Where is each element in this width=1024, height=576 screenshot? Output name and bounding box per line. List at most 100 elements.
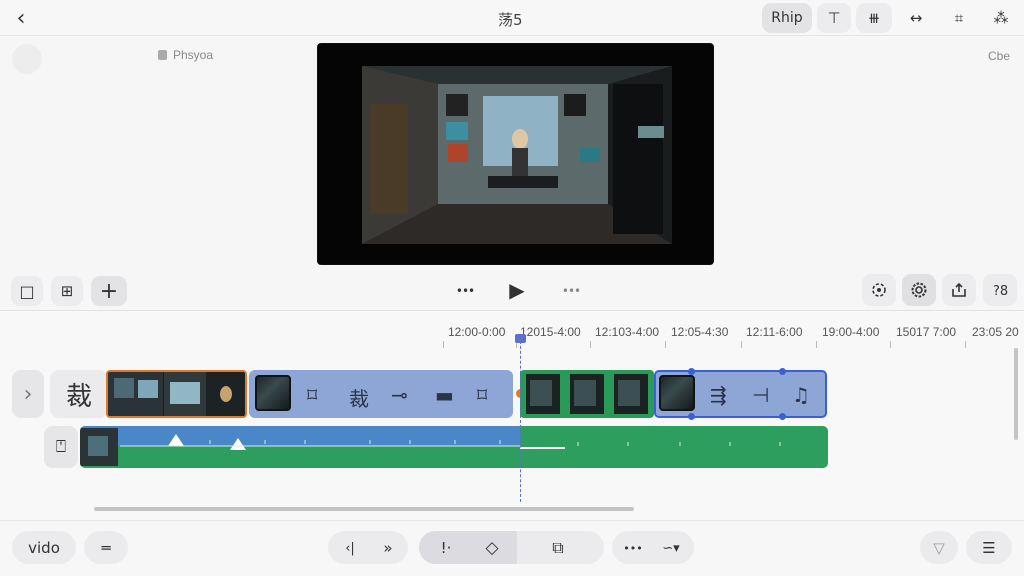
- trim-icon: ⊣: [752, 383, 770, 407]
- replace-icon: ⧉: [552, 538, 564, 557]
- lock-icon: [158, 50, 167, 60]
- expand-track-button[interactable]: ›: [12, 370, 44, 418]
- audio-track-icon: ⍞: [55, 437, 67, 457]
- skip-forward-button[interactable]: »: [372, 534, 404, 562]
- more-button[interactable]: •••: [616, 534, 650, 562]
- stabilize-button[interactable]: [862, 274, 896, 306]
- video-clip[interactable]: [520, 370, 654, 418]
- mark-icon: !·: [440, 539, 452, 557]
- split-icon: ⊞: [60, 282, 74, 300]
- keyframe-diamond-icon: ◇: [485, 538, 499, 558]
- export-button[interactable]: [942, 274, 976, 306]
- block-icon: ▬: [435, 383, 454, 407]
- time-tick: 12:05-4:30: [671, 325, 729, 339]
- menu-icon: ☰: [982, 538, 996, 557]
- selection-handle[interactable]: [779, 368, 786, 375]
- clip-thumbnails: [526, 374, 648, 414]
- crop-glyph-icon: 裁: [65, 381, 92, 412]
- tick-mark: [590, 341, 591, 348]
- effects-clip[interactable]: ⌑ 裁 ⊸ ▬ ⌑: [249, 370, 513, 418]
- more-dots-icon: •••: [623, 541, 643, 555]
- top-bar: ‹ 荡5 Rhip ⊤ ⧻ ↔ ⌗ ⁂: [0, 0, 1024, 36]
- play-button[interactable]: ▶: [502, 275, 532, 305]
- selection-handle[interactable]: [779, 413, 786, 420]
- tick-mark: [816, 341, 817, 348]
- audio-icon: ♫: [792, 383, 810, 407]
- gear-icon: [911, 282, 927, 298]
- crop-glyph-icon: 裁: [349, 387, 369, 411]
- timeline-scrollbar[interactable]: [94, 507, 634, 511]
- transitions-icon: ↔: [909, 9, 923, 27]
- calendar-button[interactable]: ⌗: [942, 3, 976, 33]
- keyframe-button[interactable]: ◇: [474, 534, 510, 562]
- time-tick: 12:103-4:00: [595, 325, 660, 339]
- mark-button[interactable]: !·: [428, 534, 464, 562]
- add-button[interactable]: +: [91, 276, 127, 306]
- time-tick: 12:11-6:00: [746, 325, 803, 339]
- layers-button[interactable]: ⧻: [856, 3, 892, 33]
- time-tick: 12015-4:00: [520, 325, 581, 339]
- chevron-right-icon: ›: [23, 381, 33, 407]
- crop-frame-icon: ⌑: [477, 383, 488, 407]
- filter-button[interactable]: ▽: [920, 531, 958, 564]
- tick-mark: [965, 341, 966, 348]
- plus-icon: +: [99, 278, 119, 304]
- avatar-placeholder: [12, 44, 42, 74]
- video-preview[interactable]: [317, 43, 714, 265]
- crop-button[interactable]: □: [11, 276, 43, 306]
- effects-button[interactable]: ⁂: [984, 3, 1018, 33]
- filters-button[interactable]: ⊤: [817, 3, 851, 33]
- next-frame-button[interactable]: •••: [554, 278, 588, 304]
- previous-frame-button[interactable]: •••: [448, 278, 482, 304]
- skip-forward-icon: »: [383, 539, 393, 557]
- crop-frame-icon: ⌑: [307, 383, 318, 407]
- preview-left-label: Phsyoa: [158, 48, 213, 62]
- playhead-line: [520, 336, 521, 502]
- time-tick: 23:05 20: [972, 325, 1019, 339]
- split-button[interactable]: ⊞: [51, 276, 83, 306]
- preview-frame-image: [318, 44, 713, 264]
- chevron-left-icon: ‹: [16, 5, 26, 31]
- tick-mark: [443, 341, 444, 348]
- filter-icon: ▽: [933, 538, 945, 557]
- equals-button[interactable]: ═: [84, 531, 128, 564]
- time-tick: 19:00-4:00: [822, 325, 880, 339]
- playhead-handle[interactable]: [515, 334, 526, 343]
- selection-handle[interactable]: [688, 413, 695, 420]
- speed-dropdown-icon: ∽▾: [662, 540, 680, 556]
- video-clip[interactable]: [106, 370, 247, 418]
- vertical-scrollbar[interactable]: [1014, 348, 1018, 440]
- svg-text:?8: ?8: [993, 284, 1008, 299]
- rhip-button[interactable]: Rhip: [762, 3, 812, 33]
- time-tick: 15017 7:00: [896, 325, 957, 339]
- play-icon: ▶: [509, 278, 525, 302]
- filters-icon: ⊤: [827, 9, 841, 27]
- transitions-button[interactable]: ↔: [898, 3, 934, 33]
- tick-mark: [890, 341, 891, 348]
- back-button[interactable]: ‹: [6, 4, 36, 32]
- aspect-button[interactable]: ?8: [983, 274, 1017, 306]
- clip-thumbnails: [108, 372, 245, 416]
- dots-icon: •••: [455, 284, 475, 298]
- sparkle-gear-icon: [872, 283, 886, 297]
- skip-back-button[interactable]: ‹|: [334, 534, 366, 562]
- selected-clip[interactable]: ⇶ ⊣ ♫: [654, 368, 827, 420]
- tick-mark: [665, 341, 666, 348]
- video-mode-button[interactable]: vido: [12, 531, 76, 564]
- project-title: 荡5: [498, 11, 523, 29]
- speed-icon: ⇶: [710, 383, 727, 407]
- effects-icon: ⁂: [993, 9, 1009, 27]
- audio-track-button[interactable]: ⍞: [44, 426, 78, 468]
- audio-track[interactable]: [80, 426, 828, 468]
- menu-button[interactable]: ☰: [966, 531, 1012, 564]
- aspect-icon: ?8: [993, 284, 1008, 299]
- replace-button[interactable]: ⧉: [540, 534, 576, 562]
- share-icon: [952, 282, 966, 297]
- time-tick: 12:00-0:00: [448, 325, 506, 339]
- crop-track-button[interactable]: 裁: [50, 370, 108, 418]
- selection-handle[interactable]: [688, 368, 695, 375]
- settings-button[interactable]: [902, 274, 936, 306]
- square-icon: □: [19, 281, 35, 301]
- speed-button[interactable]: ∽▾: [652, 534, 690, 562]
- audio-waveform: [80, 428, 781, 466]
